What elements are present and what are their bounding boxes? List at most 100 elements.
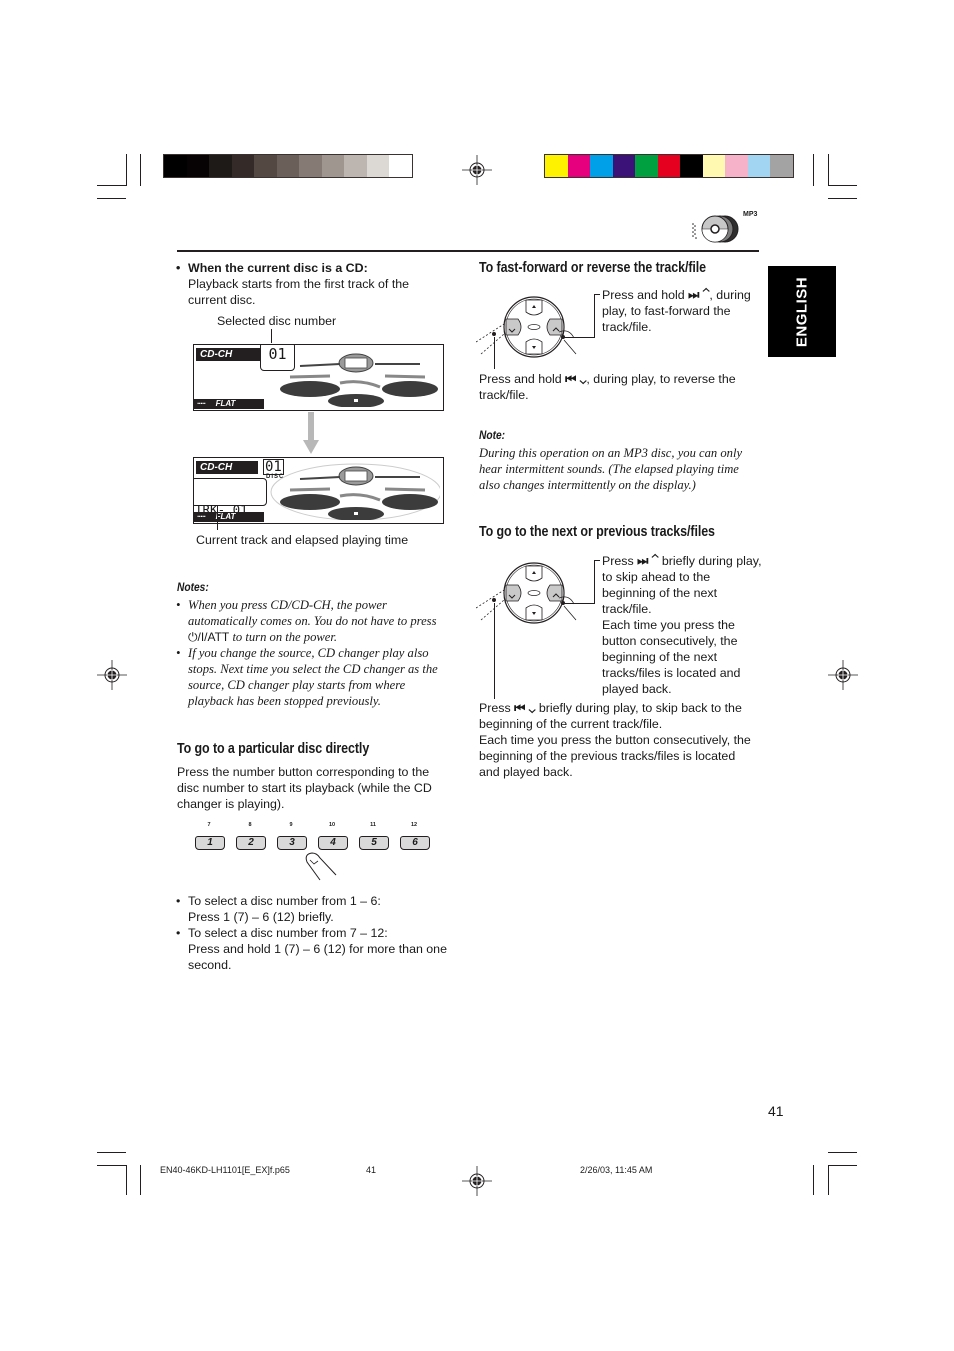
crop-mark [828,185,857,186]
lcd-source: CD-CH [196,348,263,361]
cd-bullet-text: Playback starts from the first track of … [188,277,410,307]
rev-instruction: Press and hold ⏮ ⌄, during play, to reve… [479,371,759,403]
ff-text-pre: Press and hold [602,288,685,302]
crop-mark [828,154,829,186]
crop-mark [813,154,814,186]
crop-mark [828,198,857,199]
disc-direct-bullets: To select a disc number from 1 – 6: Pres… [176,893,448,973]
cd-bullet: When the current disc is a CD: Playback … [176,260,448,308]
mp3-disc-icon [692,215,739,243]
rev-text-pre: Press and hold [479,372,562,386]
crop-mark [813,1165,814,1195]
color-swatch [657,155,680,177]
number-key-2[interactable]: 2 [236,836,266,850]
key-alt-number: 8 [248,822,252,828]
disc-direct-heading: To go to a particular disc directly [177,741,370,757]
power-att-button-label: ⏻/I/ATT [188,630,230,644]
cd-bullet-title: When the current disc is a CD: [176,260,448,276]
callout-line [271,329,272,343]
color-swatch [321,155,344,177]
next-up-symbols-icon: ⏭ ⌃ [688,288,710,302]
lcd-display-track-time: CD-CH 01 DISC TRK- 01 00'03" ····· FLAT [193,457,444,524]
callout-bracket [564,560,600,604]
color-swatch [299,155,322,177]
page-number: 41 [768,1103,784,1119]
disc-changer-graphic-icon [270,463,440,520]
previous-button-icon [505,318,522,336]
color-swatch [209,155,232,177]
cmyk-color-bar [544,154,794,178]
note-text: During this operation on an MP3 disc, yo… [479,446,743,492]
next-prev-heading: To go to the next or previous tracks/fil… [479,524,715,540]
lcd-level-dots: ····· [197,512,206,521]
color-swatch [366,155,389,177]
registration-mark-icon [97,660,127,690]
lcd-display-disc-select: CD-CH 01 ····· FLAT [193,344,444,411]
color-swatch [702,155,725,177]
prev-instruction: Press ⏮ ⌄ briefly during play, to skip b… [479,700,759,780]
number-key-1[interactable]: 1 [195,836,225,850]
note-text: When you press CD/CD-CH, the power autom… [188,598,437,628]
down-arrow-icon [303,412,319,454]
key-alt-number: 11 [370,822,376,828]
color-swatch [231,155,254,177]
lcd-track-time-box: TRK- 01 00'03" [194,478,267,516]
crop-mark [97,1165,126,1166]
registration-mark-icon [828,660,858,690]
track-time-callout: Current track and elapsed playing time [196,533,409,547]
note-item: If you change the source, CD changer pla… [176,645,447,709]
language-tab: ENGLISH [768,266,836,357]
notes-label: Notes: [177,580,209,594]
registration-mark-icon [462,155,492,185]
color-swatch [590,155,613,177]
crop-mark [97,1152,126,1153]
finger-press-icon [305,852,337,881]
next-text-extra: Each time you press the button consecuti… [602,618,741,696]
crop-mark [126,1165,127,1195]
language-tab-label: ENGLISH [793,276,811,347]
color-swatch [164,155,187,177]
disc-direct-text: Press the number button corresponding to… [177,765,432,811]
number-key-5[interactable]: 5 [359,836,389,850]
callout-line [494,337,495,369]
prev-down-symbols-icon: ⏮ ⌄ [514,701,536,715]
note-text: to turn on the power. [232,630,338,644]
key-alt-number: 7 [207,822,211,828]
bullet-item: To select a disc number from 7 – 12: Pre… [176,925,448,973]
lcd-level-dots: ····· [197,399,206,408]
crop-mark [828,1152,857,1153]
color-swatch [747,155,770,177]
bullet-line: To select a disc number from 7 – 12: [188,926,388,940]
prev-text-extra: Each time you press the button consecuti… [479,733,751,779]
color-swatch [186,155,209,177]
callout-bracket [564,294,600,338]
number-key-4[interactable]: 4 [318,836,348,850]
color-swatch [344,155,367,177]
crop-mark [97,198,126,199]
bullet-line: Press and hold 1 (7) – 6 (12) for more t… [188,942,447,972]
color-swatch [567,155,590,177]
color-swatch [254,155,277,177]
next-button-icon [546,318,563,336]
color-swatch [770,155,793,177]
next-instruction: Press ⏭ ⌃ briefly during play, to skip a… [602,553,762,697]
color-swatch [389,155,412,177]
number-key-3[interactable]: 3 [277,836,307,850]
crop-mark [828,1165,857,1166]
registration-mark-icon [462,1166,492,1196]
footer-file-name: EN40-46KD-LH1101[E_EX]f.p65 [160,1165,290,1175]
color-swatch [545,155,568,177]
next-text-pre: Press [602,554,634,568]
lcd-eq-mode: FLAT [215,512,236,521]
notes-section: Notes: When you press CD/CD-CH, the powe… [176,580,447,709]
selected-disc-callout: Selected disc number [217,314,337,328]
lcd-eq-mode: FLAT [215,399,236,408]
key-alt-number: 9 [289,822,293,828]
ff-instruction: Press and hold ⏭ ⌃, during play, to fast… [602,287,762,335]
footer-slug-page: 41 [366,1165,377,1175]
number-key-6[interactable]: 6 [400,836,430,850]
key-alt-number: 10 [328,822,336,828]
color-swatch [725,155,748,177]
callout-line [217,505,218,530]
bullet-item: To select a disc number from 1 – 6: Pres… [176,893,448,925]
